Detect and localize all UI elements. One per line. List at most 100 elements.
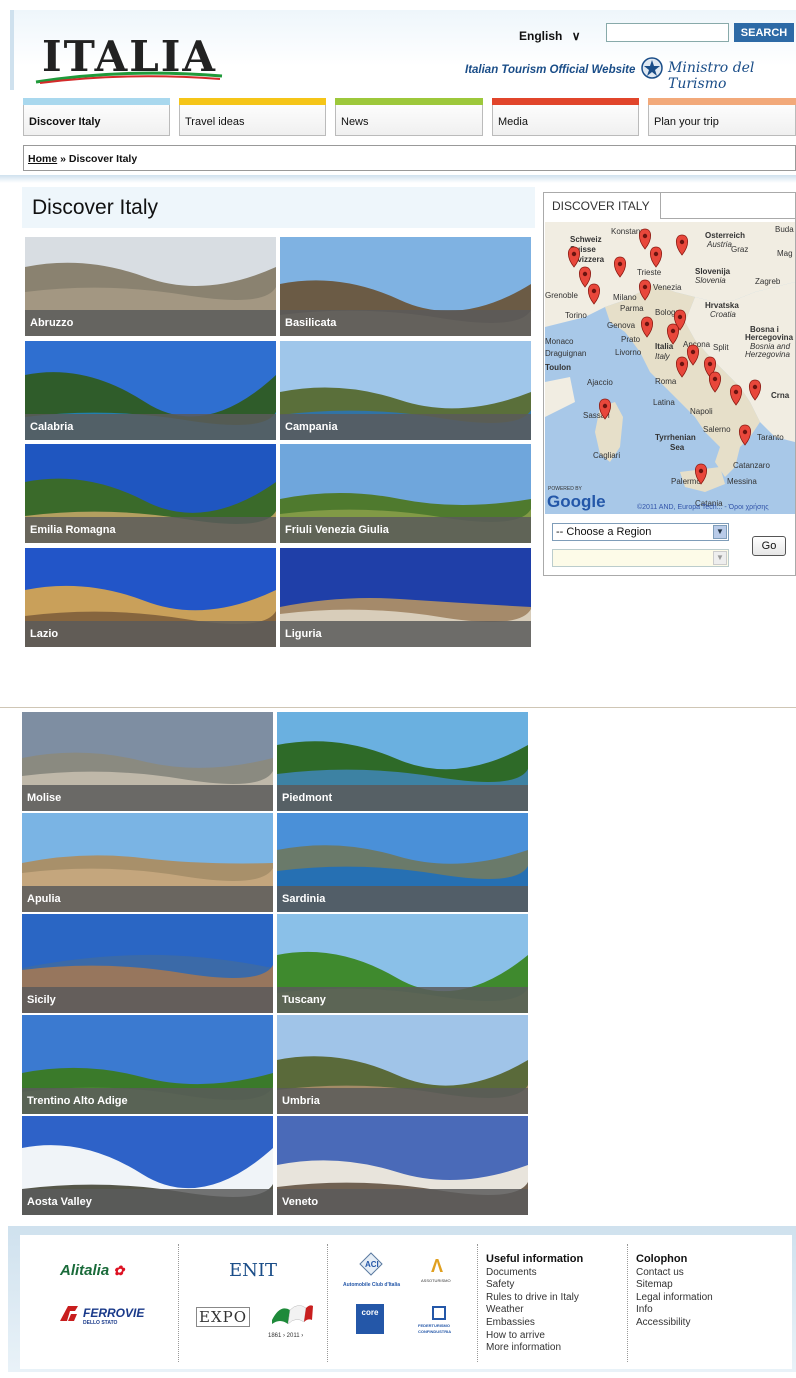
- map-marker-dot: [742, 429, 748, 435]
- unita-italia-dates: 1861 › 2011 ›: [268, 1333, 304, 1339]
- footer-divider: [178, 1244, 179, 1362]
- tab-underline: [661, 218, 795, 219]
- useful-information-column: Useful information Documents Safety Rules …: [486, 1253, 583, 1355]
- map-marker-dot: [591, 288, 597, 294]
- region-tile-lazio[interactable]: Lazio: [25, 548, 276, 647]
- colophon-link-legal-information[interactable]: Legal information: [636, 1292, 713, 1305]
- colophon-link-accessibility[interactable]: Accessibility: [636, 1317, 713, 1330]
- region-tile-label: Emilia Romagna: [25, 517, 276, 543]
- breadcrumb: Home » Discover Italy: [23, 145, 796, 171]
- unita-italia-logo[interactable]: 1861 › 2011 ›: [268, 1300, 314, 1340]
- region-tile-campania[interactable]: Campania: [280, 341, 531, 440]
- map-label: Trieste: [637, 268, 662, 277]
- region-tile-trentino-alto-adige[interactable]: Trentino Alto Adige: [22, 1015, 273, 1114]
- region-tile-tuscany[interactable]: Tuscany: [277, 914, 528, 1013]
- region-tile-basilicata[interactable]: Basilicata: [280, 237, 531, 336]
- map-label: Austria: [706, 240, 732, 249]
- useful-link-rules-to-drive-in-italy[interactable]: Rules to drive in Italy: [486, 1292, 583, 1305]
- region-tile-emilia-romagna[interactable]: Emilia Romagna: [25, 444, 276, 543]
- logo-swoosh-icon: [35, 71, 223, 84]
- colophon-column: Colophon Contact us Sitemap Legal informat…: [636, 1253, 713, 1330]
- region-select[interactable]: -- Choose a Region ▼: [552, 523, 729, 541]
- region-tile-veneto[interactable]: Veneto: [277, 1116, 528, 1215]
- map-label: Herzegovina: [745, 350, 790, 359]
- italy-map[interactable]: Schweiz Suisse Svizzera Konstanz Osterre…: [545, 222, 795, 514]
- region-tile-abruzzo[interactable]: Abruzzo: [25, 237, 276, 336]
- footer-divider: [477, 1244, 478, 1362]
- assoturismo-logo[interactable]: Λ ASSOTURISMO: [421, 1256, 461, 1286]
- nav-tab-plan-your-trip[interactable]: Plan your trip: [648, 98, 796, 136]
- useful-link-embassies[interactable]: Embassies: [486, 1317, 583, 1330]
- nav-tab-news[interactable]: News: [335, 98, 483, 136]
- nav-tab-discover-italy[interactable]: Discover Italy: [23, 98, 170, 136]
- colophon-link-sitemap[interactable]: Sitemap: [636, 1279, 713, 1292]
- aci-logo-text: Automobile Club d'Italia: [343, 1282, 401, 1288]
- aci-logo[interactable]: ACI Automobile Club d'Italia: [343, 1252, 403, 1294]
- region-tile-label: Friuli Venezia Giulia: [280, 517, 531, 543]
- map-label: Milano: [613, 293, 637, 302]
- map-marker-dot: [642, 233, 648, 239]
- ferrovie-logo-text: FERROVIE: [83, 1306, 145, 1320]
- map-label: Draguignan: [545, 349, 586, 358]
- useful-link-how-to-arrive[interactable]: How to arrive: [486, 1330, 583, 1343]
- nav-color-bar: [335, 98, 483, 105]
- colophon-link-info[interactable]: Info: [636, 1304, 713, 1317]
- nav-tab-travel-ideas[interactable]: Travel ideas: [179, 98, 326, 136]
- region-tile-sicily[interactable]: Sicily: [22, 914, 273, 1013]
- map-copyright[interactable]: ©2011 AND, Europa Tech... - Όροι χρήσης: [637, 503, 769, 511]
- colophon-links: Contact us Sitemap Legal information Info Ac…: [636, 1267, 713, 1330]
- region-tile-umbria[interactable]: Umbria: [277, 1015, 528, 1114]
- nav-color-bar: [492, 98, 639, 105]
- region-tile-sardinia[interactable]: Sardinia: [277, 813, 528, 912]
- map-label: Slovenia: [695, 276, 726, 285]
- alitalia-logo-text: Alitalia: [60, 1262, 110, 1279]
- core-logo[interactable]: core: [356, 1304, 384, 1334]
- map-label: Toulon: [545, 363, 571, 372]
- region-tile-aosta-valley[interactable]: Aosta Valley: [22, 1116, 273, 1215]
- chevron-down-icon: ▼: [713, 525, 727, 539]
- map-label: Schweiz: [570, 235, 602, 244]
- nav-color-bar: [648, 98, 796, 105]
- map-marker-dot: [707, 361, 713, 367]
- region-tile-liguria[interactable]: Liguria: [280, 548, 531, 647]
- subregion-select[interactable]: ▼: [552, 549, 729, 567]
- region-tile-calabria[interactable]: Calabria: [25, 341, 276, 440]
- map-label: Ajaccio: [587, 378, 613, 387]
- map-label: Latina: [653, 398, 675, 407]
- region-tile-molise[interactable]: Molise: [22, 712, 273, 811]
- map-label: Croatia: [710, 310, 736, 319]
- screenshot-seam: [0, 707, 796, 708]
- map-label: Prato: [621, 335, 641, 344]
- language-selector[interactable]: English ∨: [519, 29, 580, 43]
- breadcrumb-home-link[interactable]: Home: [28, 153, 57, 165]
- map-label: Parma: [620, 304, 644, 313]
- search-input[interactable]: [606, 23, 729, 42]
- federturismo-logo[interactable]: FEDERTURISMO CONFINDUSTRIA: [418, 1306, 462, 1336]
- useful-link-weather[interactable]: Weather: [486, 1304, 583, 1317]
- expo-logo[interactable]: EXPO: [196, 1307, 251, 1327]
- region-tile-apulia[interactable]: Apulia: [22, 813, 273, 912]
- colophon-title: Colophon: [636, 1253, 688, 1265]
- tab-discover-italy[interactable]: DISCOVER ITALY: [544, 193, 661, 219]
- ferrovie-mark-icon: [60, 1306, 78, 1321]
- region-tile-label: Molise: [22, 785, 273, 811]
- map-marker-dot: [617, 261, 623, 267]
- search-button[interactable]: SEARCH: [734, 23, 794, 42]
- region-tile-piedmont[interactable]: Piedmont: [277, 712, 528, 811]
- region-tile-label: Tuscany: [277, 987, 528, 1013]
- colophon-link-contact-us[interactable]: Contact us: [636, 1267, 713, 1280]
- go-button[interactable]: Go: [752, 536, 786, 556]
- useful-link-more-information[interactable]: More information: [486, 1342, 583, 1355]
- google-logo: Google: [547, 492, 606, 511]
- map-label: Split: [713, 343, 729, 352]
- useful-link-safety[interactable]: Safety: [486, 1279, 583, 1292]
- region-tile-friuli-venezia-giulia[interactable]: Friuli Venezia Giulia: [280, 444, 531, 543]
- nav-color-bar: [23, 98, 170, 105]
- ferrovie-logo[interactable]: FERROVIE DELLO STATO: [58, 1303, 158, 1329]
- enit-logo[interactable]: ENIT: [229, 1260, 277, 1281]
- map-marker-dot: [690, 349, 696, 355]
- useful-link-documents[interactable]: Documents: [486, 1267, 583, 1280]
- nav-tab-media[interactable]: Media: [492, 98, 639, 136]
- alitalia-logo[interactable]: Alitalia ✿: [60, 1262, 124, 1279]
- aci-mark-icon: ACI: [359, 1252, 383, 1276]
